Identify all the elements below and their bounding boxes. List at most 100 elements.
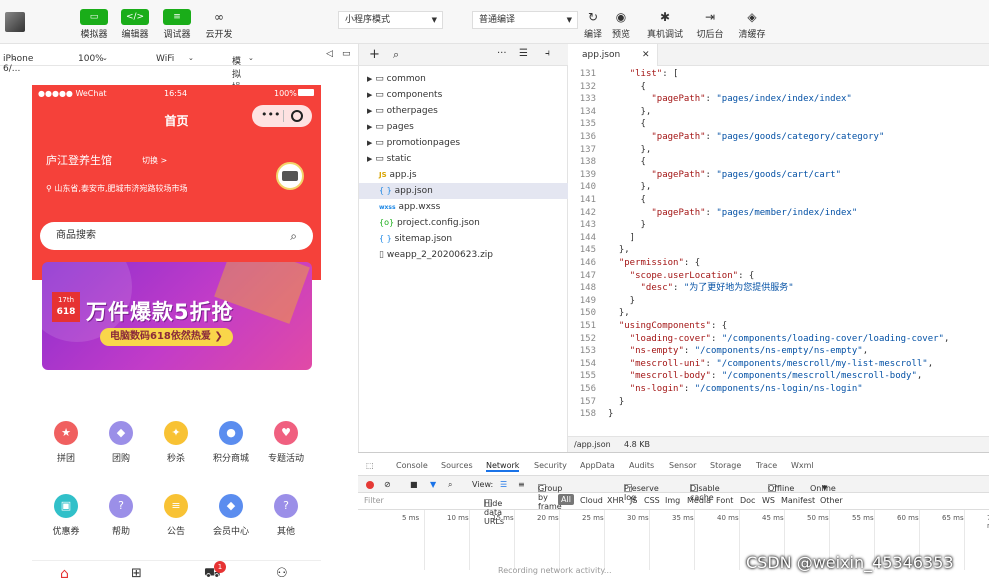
- user-avatar[interactable]: [5, 12, 25, 32]
- tab-wxml[interactable]: Wxml: [791, 461, 814, 470]
- tree-file-app-json[interactable]: { } app.json: [359, 183, 568, 199]
- mode-select[interactable]: 小程序模式 ▼: [338, 11, 443, 29]
- tree-item-label: app.js: [389, 170, 417, 180]
- search-icon[interactable]: ⌕: [290, 222, 297, 250]
- folder-icon: ▭: [375, 138, 384, 148]
- type-filter-all[interactable]: All: [558, 494, 574, 505]
- waterfall-icon[interactable]: ≡: [518, 480, 525, 489]
- tree-file-project-config[interactable]: {o} project.config.json: [359, 215, 568, 231]
- type-filter-cloud[interactable]: Cloud: [580, 496, 603, 505]
- add-icon[interactable]: +: [369, 47, 380, 62]
- promo-banner[interactable]: 17th 618 万件爆款5折抢 电脑数码618依然热爱 ❯: [42, 262, 312, 370]
- editor-tab-app-json[interactable]: app.json ✕: [568, 44, 658, 66]
- compile-select[interactable]: 普通编译 ▼: [472, 11, 578, 29]
- miniprogram-capsule[interactable]: •••: [252, 105, 312, 127]
- heart-icon: ♥: [274, 421, 298, 445]
- tab-console[interactable]: Console: [396, 461, 428, 470]
- simulator-toggle-button[interactable]: ▭ 模拟器: [72, 9, 116, 40]
- tab-network[interactable]: Network: [486, 461, 520, 472]
- grid-item-other[interactable]: ? 其他: [260, 494, 312, 537]
- type-filter-ws[interactable]: WS: [762, 496, 775, 505]
- camera-icon[interactable]: ■: [410, 480, 418, 489]
- tab-sources[interactable]: Sources: [441, 461, 473, 470]
- tab-appdata[interactable]: AppData: [580, 461, 615, 470]
- grid-item-pintuan[interactable]: ★ 拼团: [40, 421, 92, 464]
- tree-folder-static[interactable]: ▶ ▭ static: [359, 151, 568, 167]
- line-text: },: [608, 106, 652, 117]
- grid-item-topic[interactable]: ♥ 专题活动: [260, 421, 312, 464]
- grid-item-notice[interactable]: ≡ 公告: [150, 494, 202, 537]
- network-filter-row: Filter Hide data URLs All Cloud XHR JS C…: [358, 493, 989, 526]
- tab-storage[interactable]: Storage: [710, 461, 741, 470]
- more-icon[interactable]: ···: [497, 48, 507, 59]
- tree-folder-common[interactable]: ▶ ▭ common: [359, 71, 568, 87]
- clear-icon[interactable]: ⊘: [384, 480, 391, 489]
- type-filter-media[interactable]: Media: [687, 496, 711, 505]
- type-filter-other[interactable]: Other: [820, 496, 843, 505]
- code-line: 155 "mescroll-body": "/components/mescro…: [568, 370, 989, 383]
- preview-button[interactable]: ◉ 预览: [599, 9, 643, 40]
- grid-item-points-mall[interactable]: ● 积分商城: [205, 421, 257, 464]
- timeline-tick-label: 5 ms: [402, 514, 420, 522]
- search-icon[interactable]: ⌕: [393, 48, 399, 62]
- tree-file-zip[interactable]: ▯ weapp_2_20200623.zip: [359, 247, 568, 263]
- code-area[interactable]: 131 "list": [132 {133 "pagePath": "pages…: [568, 68, 989, 428]
- tree-file-app-wxss[interactable]: wxss app.wxss: [359, 199, 568, 215]
- recording-status: Recording network activity...: [498, 566, 612, 575]
- tree-folder-otherpages[interactable]: ▶ ▭ otherpages: [359, 103, 568, 119]
- chevron-right-icon: ▶: [367, 75, 373, 83]
- cloud-dev-button[interactable]: ∞ 云开发: [197, 9, 241, 40]
- background-button[interactable]: ⇥ 切后台: [688, 9, 732, 40]
- grid-item-help[interactable]: ? 帮助: [95, 494, 147, 537]
- search-input[interactable]: 商品搜索 ⌕: [40, 222, 313, 250]
- type-filter-manifest[interactable]: Manifest: [781, 496, 815, 505]
- switch-store-link[interactable]: 切换 >: [142, 155, 167, 166]
- chevron-down-icon: ▼: [431, 16, 437, 24]
- user-icon[interactable]: ⚇: [276, 566, 288, 581]
- record-icon[interactable]: [366, 481, 374, 489]
- tab-audits[interactable]: Audits: [629, 461, 654, 470]
- remote-debug-button[interactable]: ✱ 真机调试: [643, 9, 687, 40]
- tab-trace[interactable]: Trace: [756, 461, 777, 470]
- volume-icon[interactable]: ◁: [326, 49, 333, 59]
- tree-file-sitemap[interactable]: { } sitemap.json: [359, 231, 568, 247]
- more-icon[interactable]: •••: [261, 108, 280, 121]
- grid-item-tuangou[interactable]: ◆ 团购: [95, 421, 147, 464]
- grid-item-seckill[interactable]: ✦ 秒杀: [150, 421, 202, 464]
- tree-folder-components[interactable]: ▶ ▭ components: [359, 87, 568, 103]
- type-filter-css[interactable]: CSS: [644, 496, 660, 505]
- type-filter-js[interactable]: JS: [630, 496, 637, 505]
- home-icon[interactable]: ⌂: [60, 566, 69, 582]
- close-icon[interactable]: ✕: [642, 44, 650, 66]
- type-filter-font[interactable]: Font: [716, 496, 733, 505]
- tree-file-app-js[interactable]: JS app.js: [359, 167, 568, 183]
- category-icon[interactable]: ⊞: [131, 566, 142, 581]
- type-filter-doc[interactable]: Doc: [740, 496, 755, 505]
- type-filter-xhr[interactable]: XHR: [607, 496, 624, 505]
- grid-item-member[interactable]: ◆ 会员中心: [205, 494, 257, 537]
- line-number: 136: [579, 132, 596, 142]
- list-view-icon[interactable]: ☰: [500, 480, 507, 489]
- grid-item-coupon[interactable]: ▣ 优惠券: [40, 494, 92, 537]
- tree-item-label: project.config.json: [396, 218, 480, 228]
- split-icon[interactable]: ⫞: [545, 48, 550, 59]
- tab-sensor[interactable]: Sensor: [669, 461, 696, 470]
- tree-folder-pages[interactable]: ▶ ▭ pages: [359, 119, 568, 135]
- collapse-icon[interactable]: ☰: [519, 48, 528, 59]
- search-icon[interactable]: ⌕: [448, 480, 452, 490]
- clear-cache-button[interactable]: ◈ 清缓存: [730, 9, 774, 40]
- inspect-icon[interactable]: ⬚: [366, 461, 374, 470]
- tree-folder-promotionpages[interactable]: ▶ ▭ promotionpages: [359, 135, 568, 151]
- timeline-tick-label: 45 ms: [762, 514, 784, 522]
- type-filter-img[interactable]: Img: [665, 496, 680, 505]
- editor-toggle-button[interactable]: </> 编辑器: [113, 9, 157, 40]
- debugger-toggle-button[interactable]: ≡ 调试器: [155, 9, 199, 40]
- close-circle-icon[interactable]: [291, 110, 303, 122]
- tab-security[interactable]: Security: [534, 461, 567, 470]
- filter-input[interactable]: Filter: [364, 496, 384, 505]
- line-text: },: [608, 182, 652, 193]
- grid-item-label: 秒杀: [166, 454, 185, 464]
- window-icon[interactable]: ▭: [342, 49, 351, 59]
- store-avatar[interactable]: [276, 162, 304, 190]
- filter-icon[interactable]: ▼: [430, 480, 436, 489]
